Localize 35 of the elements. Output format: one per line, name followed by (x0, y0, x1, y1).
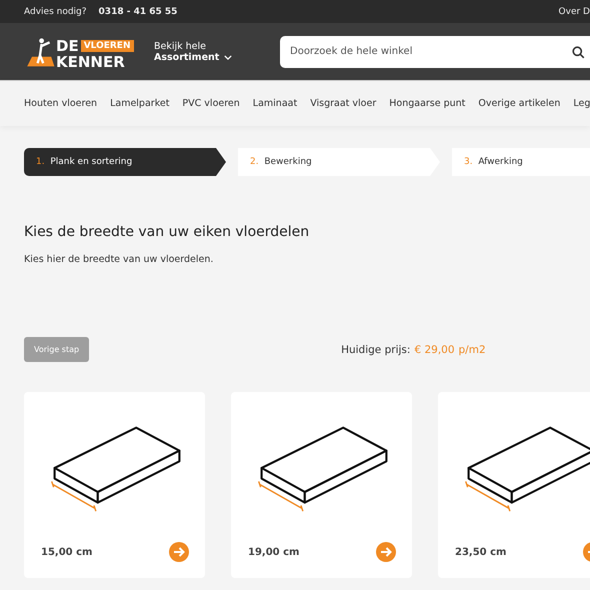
help-label: Advies nodig? (24, 6, 87, 16)
page-heading: Kies de breedte van uw eiken vloerdelen (24, 224, 310, 240)
chevron-down-icon (224, 54, 232, 60)
price-label: Huidige prijs: (341, 344, 410, 356)
top-link[interactable]: Over D (558, 6, 590, 16)
arrow-right-icon[interactable] (169, 542, 189, 562)
price-unit: p/m2 (458, 344, 486, 356)
logo-text: DE (56, 38, 79, 54)
nav-link[interactable]: Hongaarse punt (389, 98, 466, 109)
option-label: 19,00 cm (248, 546, 300, 558)
logo-tag: VLOEREN (80, 40, 134, 52)
nav-link[interactable]: Overige artikelen (478, 98, 560, 109)
step-tab[interactable]: 1. Plank en sortering (24, 148, 226, 176)
option-label: 23,50 cm (455, 546, 506, 558)
nav-link[interactable]: Houten vloeren (24, 98, 98, 109)
nav-link[interactable]: Visgraat vloer (310, 98, 376, 109)
subtitle: Kies hier de breedte van uw vloerdelen. (24, 254, 214, 265)
nav-link[interactable]: Laminaat (252, 98, 298, 109)
nav-link[interactable]: PVC vloeren (182, 98, 240, 109)
option-label: 15,00 cm (41, 546, 92, 558)
arrow-right-icon[interactable] (376, 542, 396, 562)
option-card[interactable]: 15,00 cm (24, 392, 205, 578)
search-field[interactable]: Doorzoek de hele winkel (280, 36, 590, 68)
price-value: € 29,00 (414, 344, 455, 356)
logo-text: KENNER (56, 54, 126, 70)
phone-number[interactable]: 0318 - 41 65 55 (98, 6, 178, 16)
nav-link[interactable]: Leg (573, 98, 590, 109)
step-tab[interactable]: 2. Bewerking (238, 148, 440, 176)
logo[interactable]: DE VLOEREN KENNER (24, 34, 136, 70)
option-card[interactable]: 23,50 cm (438, 392, 590, 578)
search-icon[interactable] (572, 46, 585, 58)
step-tab[interactable]: 3. Afwerking (452, 148, 590, 176)
nav-link[interactable]: Lamelparket (110, 98, 170, 109)
option-card[interactable]: 19,00 cm (231, 392, 412, 578)
assortment-menu[interactable]: Bekijk hele Assortiment (154, 40, 264, 62)
